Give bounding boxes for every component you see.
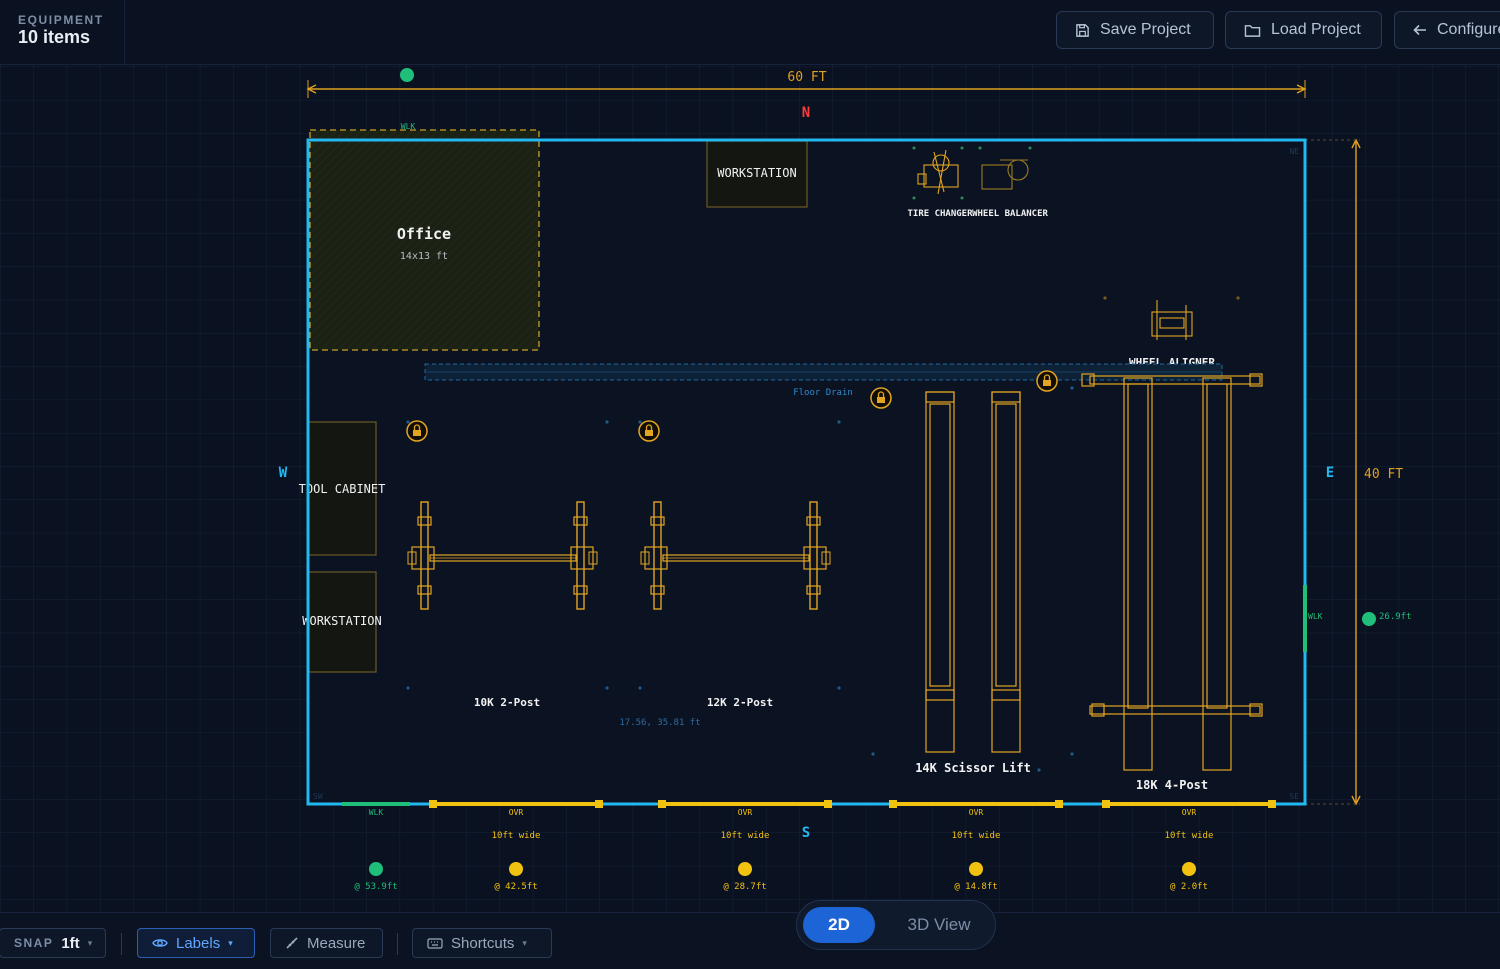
ruler-icon	[286, 937, 298, 949]
lock-icon[interactable]	[1036, 370, 1058, 392]
corner-se: SE	[1289, 792, 1299, 801]
measure-button[interactable]: Measure	[270, 928, 383, 958]
equipment-summary[interactable]: EQUIPMENT 10 items	[0, 0, 125, 64]
compass-south: S	[802, 825, 810, 841]
compass-west: W	[279, 465, 288, 481]
east-door-label: WLK	[1308, 612, 1323, 621]
compass-north: N	[802, 105, 810, 121]
folder-icon	[1244, 24, 1261, 37]
chevron-down-icon: ▾	[87, 937, 93, 948]
scissor-lift-label: 14K Scissor Lift	[915, 761, 1031, 775]
south-door-type: OVR	[738, 808, 753, 817]
snap-value: 1ft	[61, 934, 80, 952]
dimension-handle[interactable]	[400, 68, 414, 82]
view-3d-button[interactable]: 3D View	[889, 907, 989, 943]
south-door-type: OVR	[509, 808, 524, 817]
load-project-button[interactable]: Load Project	[1225, 11, 1382, 49]
lift-18k-label: 18K 4-Post	[1136, 778, 1208, 792]
south-door-position: @ 53.9ft	[354, 882, 397, 892]
south-door-position: @ 2.0ft	[1170, 882, 1208, 892]
floor-drain-label: Floor Drain	[793, 388, 853, 398]
south-door-handle[interactable]	[969, 862, 983, 876]
office-name: Office	[397, 225, 451, 243]
workstation-left[interactable]: WORKSTATION	[302, 571, 382, 673]
top-bar: EQUIPMENT 10 items Save Project Load Pro…	[0, 0, 1500, 65]
keyboard-icon	[427, 937, 443, 949]
tire-changer-label: TIRE CHANGER	[907, 209, 973, 219]
eye-icon	[152, 939, 168, 947]
workstation-top[interactable]: WORKSTATION	[706, 140, 808, 208]
shortcuts-label: Shortcuts	[451, 934, 515, 952]
south-door-position: @ 42.5ft	[494, 882, 537, 892]
measure-label: Measure	[307, 934, 366, 952]
workstation-top-label: WORKSTATION	[717, 166, 796, 180]
south-door-width: 10ft wide	[1165, 831, 1214, 841]
labels-toggle[interactable]: Labels ▾	[137, 928, 255, 958]
corner-sw: SW	[313, 792, 323, 801]
shortcuts-button[interactable]: Shortcuts ▾	[412, 928, 552, 958]
east-door-handle[interactable]	[1362, 612, 1376, 626]
south-door-handle[interactable]	[738, 862, 752, 876]
south-door-handle[interactable]	[1182, 862, 1196, 876]
south-door-width: 10ft wide	[492, 831, 541, 841]
snap-select[interactable]: SNAP 1ft ▾	[0, 928, 106, 958]
width-dimension-label: 60 FT	[787, 70, 826, 85]
configure-button[interactable]: Configure	[1394, 11, 1500, 49]
workstation-left-label: WORKSTATION	[302, 614, 381, 628]
south-door-position: @ 14.8ft	[954, 882, 997, 892]
south-door-type: WLK	[369, 808, 384, 817]
depth-dimension-label: 40 FT	[1364, 467, 1403, 482]
south-door-width: 10ft wide	[721, 831, 770, 841]
view-2d-button[interactable]: 2D	[803, 907, 875, 943]
lock-icon[interactable]	[870, 387, 892, 409]
lock-icon[interactable]	[638, 420, 660, 442]
south-door-position: @ 28.7ft	[723, 882, 766, 892]
south-door-width: 10ft wide	[952, 831, 1001, 841]
chevron-down-icon: ▾	[228, 937, 233, 948]
load-project-label: Load Project	[1271, 21, 1361, 38]
view-mode-toggle: 2D 3D View	[796, 900, 996, 950]
south-door-handle[interactable]	[369, 862, 383, 876]
toolbar-divider	[121, 933, 122, 955]
arrow-left-icon	[1413, 24, 1426, 36]
lift-10k-label: 10K 2-Post	[474, 696, 540, 709]
chevron-down-icon: ▾	[522, 937, 527, 948]
tool-cabinet-label: TOOL CABINET	[299, 482, 386, 496]
save-project-button[interactable]: Save Project	[1056, 11, 1214, 49]
south-door-type: OVR	[969, 808, 984, 817]
equipment-count: 10 items	[18, 27, 91, 47]
labels-label: Labels	[176, 934, 221, 952]
east-door-position: 26.9ft	[1379, 612, 1412, 622]
tool-cabinet[interactable]: TOOL CABINET	[299, 421, 386, 556]
bottom-toolbar: SNAP 1ft ▾ Labels ▾ Measure Shortcuts ▾	[0, 912, 1500, 969]
office-room[interactable]: WLK Office 14x13 ft	[309, 122, 540, 351]
corner-ne: NE	[1289, 147, 1299, 156]
compass-east: E	[1326, 465, 1334, 481]
office-door-label: WLK	[401, 122, 416, 131]
office-size: 14x13 ft	[400, 251, 448, 262]
floor-plan-canvas[interactable]: 60 FT 40 FT N S E W NW NE SW SE WLK Offi…	[0, 65, 1500, 912]
save-project-label: Save Project	[1100, 21, 1191, 38]
save-icon	[1076, 23, 1089, 37]
cursor-coordinates: 17.56, 35.81 ft	[619, 718, 700, 728]
configure-label: Configure	[1437, 21, 1500, 38]
equipment-label: EQUIPMENT	[18, 13, 104, 27]
toolbar-divider	[397, 933, 398, 955]
south-door-handle[interactable]	[509, 862, 523, 876]
wheel-balancer-label: WHEEL BALANCER	[972, 209, 1048, 219]
lift-12k-label: 12K 2-Post	[707, 696, 773, 709]
snap-label: SNAP	[14, 936, 54, 950]
lock-icon[interactable]	[406, 420, 428, 442]
south-door-type: OVR	[1182, 808, 1197, 817]
